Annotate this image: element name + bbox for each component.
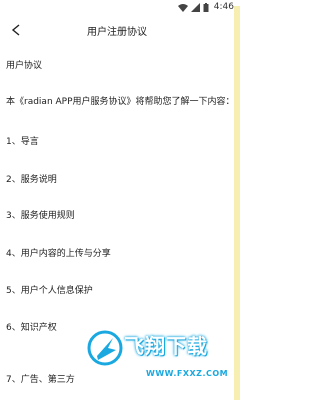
- list-item: 1、导言: [6, 137, 39, 147]
- watermark-url: WWW.FXXZ.COM: [146, 369, 229, 378]
- list-item: 3、服务使用规则: [6, 211, 75, 221]
- list-item: 6、知识产权: [6, 323, 57, 333]
- chevron-left-icon: [11, 24, 20, 36]
- app-bar: 用户注册协议: [0, 14, 234, 46]
- page-title: 用户注册协议: [87, 26, 147, 38]
- accent-strip: [234, 6, 240, 400]
- status-bar: 4:46: [0, 0, 240, 14]
- status-time: 4:46: [213, 2, 234, 12]
- intro-text: 本《radian APP用户服务协议》将帮助您了解一下内容：: [6, 97, 235, 107]
- watermark-logo-icon: [87, 330, 123, 366]
- section-title: 用户协议: [6, 61, 43, 71]
- watermark-title: 飞翔下载: [124, 334, 208, 358]
- watermark: 飞翔下载 WWW.FXXZ.COM: [86, 322, 230, 400]
- list-item: 7、广告、第三方: [6, 375, 75, 385]
- wifi-icon: [177, 3, 188, 12]
- battery-icon: [203, 2, 209, 12]
- list-item: 5、用户个人信息保护: [6, 286, 93, 296]
- signal-icon: [190, 2, 200, 12]
- back-button[interactable]: [4, 18, 28, 42]
- list-item: 4、用户内容的上传与分享: [6, 249, 111, 259]
- list-item: 2、服务说明: [6, 175, 57, 185]
